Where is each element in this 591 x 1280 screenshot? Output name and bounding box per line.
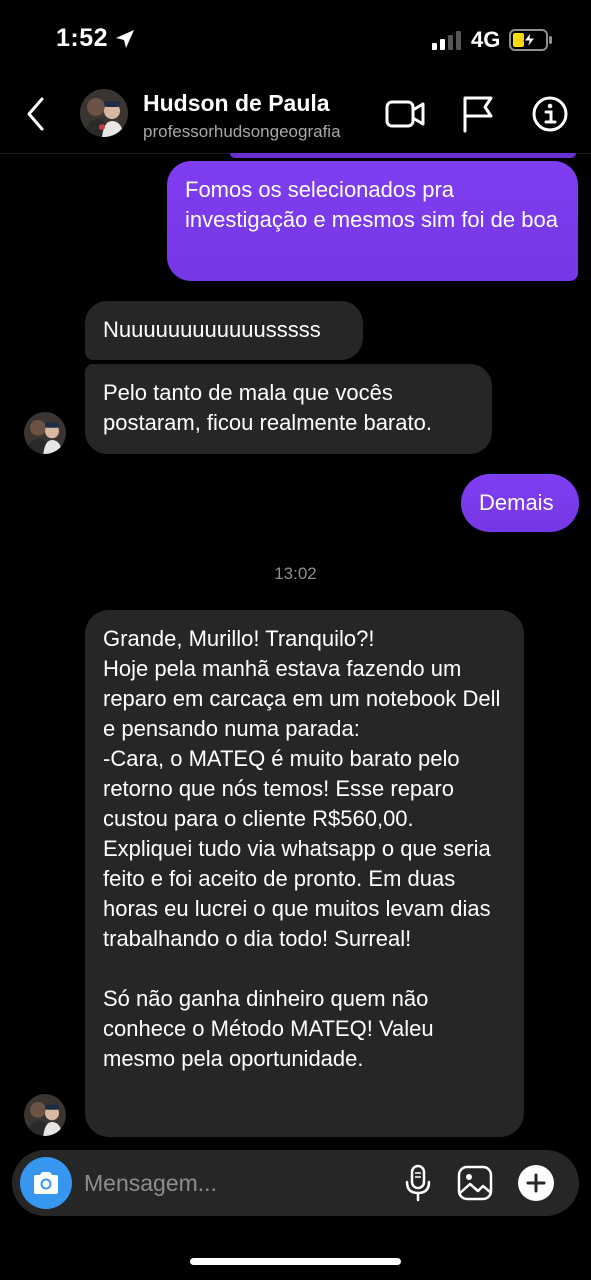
message-text: Demais — [479, 490, 554, 515]
message-text: Nuuuuuuuuuuuusssss — [103, 317, 321, 342]
message-composer — [12, 1150, 579, 1216]
previous-message-edge — [230, 153, 576, 158]
info-icon[interactable] — [531, 95, 569, 133]
plus-icon[interactable] — [517, 1164, 555, 1202]
network-type: 4G — [471, 27, 501, 52]
back-chevron-icon[interactable] — [24, 96, 48, 132]
video-call-icon[interactable] — [385, 97, 425, 131]
home-indicator[interactable] — [190, 1258, 401, 1265]
battery-charging-icon — [509, 29, 552, 51]
camera-icon — [34, 1172, 58, 1194]
status-time: 1:52 — [56, 24, 109, 52]
message-input[interactable] — [84, 1167, 384, 1199]
gallery-icon[interactable] — [456, 1164, 494, 1202]
status-bar: 1:52 4G — [0, 0, 591, 80]
flag-icon[interactable] — [461, 95, 495, 133]
location-arrow-icon — [116, 30, 134, 48]
message-text: Fomos os selecionados pra investigação e… — [185, 177, 558, 232]
contact-avatar[interactable] — [80, 89, 128, 137]
message-text: Pelo tanto de mala que vocês postaram, f… — [103, 380, 432, 435]
camera-button[interactable] — [20, 1157, 72, 1209]
sent-message[interactable]: Demais — [461, 474, 579, 532]
received-message[interactable]: Nuuuuuuuuuuuusssss — [85, 301, 363, 360]
sender-avatar[interactable] — [24, 412, 66, 454]
contact-username[interactable]: professorhudsongeografia — [143, 122, 341, 142]
contact-name[interactable]: Hudson de Paula — [143, 90, 330, 117]
sender-avatar[interactable] — [24, 1094, 66, 1136]
message-text: Grande, Murillo! Tranquilo?! Hoje pela m… — [103, 626, 501, 1071]
sent-message[interactable]: Fomos os selecionados pra investigação e… — [167, 161, 578, 281]
chat-header: Hudson de Paula professorhudsongeografia — [0, 80, 591, 154]
microphone-icon[interactable] — [404, 1164, 432, 1202]
received-message[interactable]: Grande, Murillo! Tranquilo?! Hoje pela m… — [85, 610, 524, 1137]
signal-bars-icon — [432, 31, 461, 50]
message-timestamp: 13:02 — [274, 564, 317, 583]
received-message[interactable]: Pelo tanto de mala que vocês postaram, f… — [85, 364, 492, 454]
